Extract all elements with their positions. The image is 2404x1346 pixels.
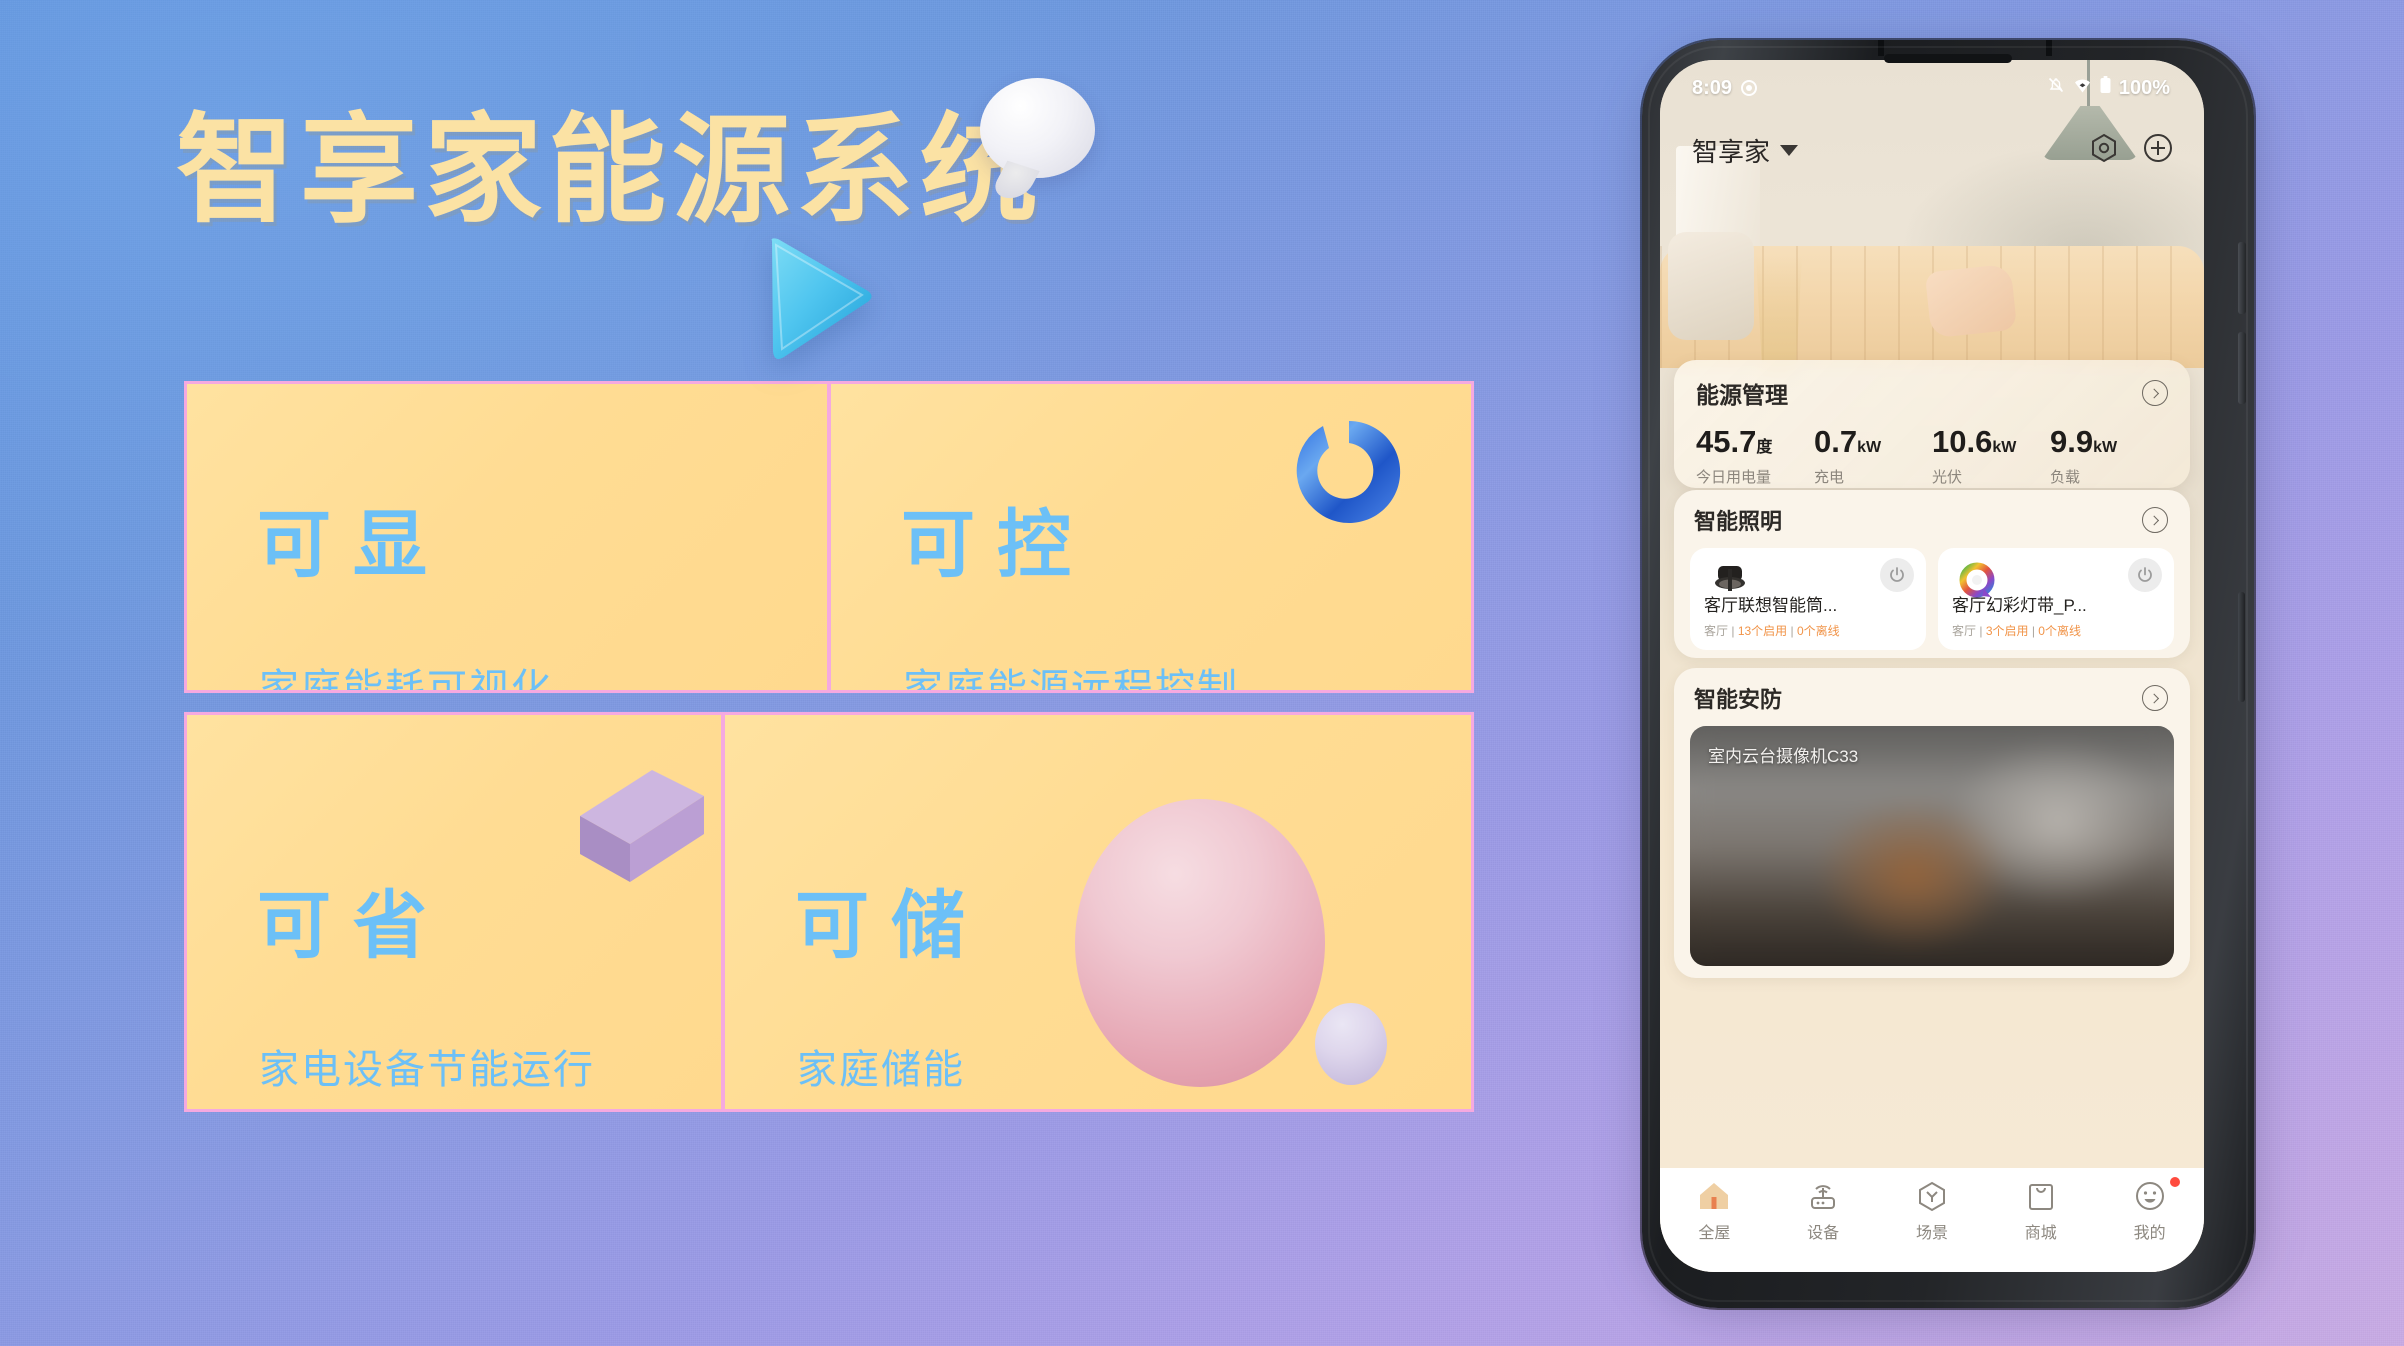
feature-card-subtitle: 家电设备节能运行 [259, 1048, 595, 1092]
stat-unit: 度 [1756, 439, 1773, 456]
hexagon-gear-icon[interactable] [2088, 132, 2120, 169]
nav-item-mall[interactable]: 商城 [1995, 1180, 2087, 1243]
purple-sphere-3d-icon [1315, 1003, 1387, 1085]
nav-item-profile[interactable]: 我的 [2104, 1177, 2196, 1243]
plus-circle-icon[interactable] [2142, 132, 2174, 169]
device-enabled: 13个启用 [1737, 624, 1788, 638]
stat-label: 负载 [2050, 469, 2081, 486]
power-icon[interactable] [2128, 558, 2162, 592]
chevron-right-icon[interactable] [2142, 507, 2168, 533]
device-meta: 客厅 | 13个启用 | 0个离线 [1704, 624, 1840, 638]
wifi-icon [2073, 76, 2092, 101]
blue-torus-3d-icon [1292, 415, 1406, 529]
app-header: 智享家 [1660, 122, 2204, 178]
chevron-down-icon [1780, 144, 1799, 156]
stat-label: 今日用电量 [1696, 469, 1772, 486]
chevron-right-icon[interactable] [2142, 380, 2168, 406]
device-name: 客厅联想智能筒... [1704, 596, 1838, 615]
pink-sphere-3d-icon [1075, 799, 1325, 1087]
smart-lighting-section: 智能照明 客厅联想智能筒... 客厅 | 13个启用 | 0个离线 客厅幻彩灯带… [1674, 490, 2190, 658]
floor-lamp [1756, 256, 1802, 376]
device-card-lightstrip[interactable]: 客厅幻彩灯带_P... 客厅 | 3个启用 | 0个离线 [1938, 548, 2174, 650]
device-card-downlight[interactable]: 客厅联想智能筒... 客厅 | 13个启用 | 0个离线 [1690, 548, 1926, 650]
device-meta: 客厅 | 3个启用 | 0个离线 [1952, 624, 2081, 638]
purple-cube-3d-icon [564, 758, 714, 888]
stat-unit: kW [2093, 439, 2118, 456]
feature-card-subtitle: 家庭储能 [797, 1048, 965, 1092]
stat-label: 充电 [1814, 469, 1845, 486]
stat-value: 9.9 [2050, 424, 2094, 459]
notification-badge [2169, 1177, 2180, 1187]
feature-card-title: 可显 [257, 503, 449, 586]
device-name: 客厅幻彩灯带_P... [1952, 596, 2087, 615]
nav-item-whole-house[interactable]: 全屋 [1668, 1180, 1760, 1243]
nav-item-scenes[interactable]: 场景 [1886, 1180, 1978, 1243]
volume-down-button[interactable] [2238, 332, 2246, 404]
feature-card-subtitle: 家庭能耗可视化 [259, 667, 553, 690]
smart-security-section: 智能安防 室内云台摄像机C33 [1674, 668, 2190, 978]
energy-management-card[interactable]: 能源管理 45.7度 今日用电量 0.7kW 充电 10.6kW 光伏 9.9k… [1674, 360, 2190, 488]
stat-label: 光伏 [1932, 469, 1963, 486]
nav-label: 我的 [2133, 1225, 2166, 1242]
speech-bubble-icon [980, 78, 1095, 178]
antenna-line [2046, 40, 2052, 56]
energy-card-title: 能源管理 [1696, 382, 1788, 408]
power-icon[interactable] [1880, 558, 1914, 592]
energy-stat: 45.7度 今日用电量 [1696, 426, 1814, 487]
section-title: 智能照明 [1694, 509, 1783, 534]
stat-value: 0.7 [1814, 424, 1858, 459]
home-name-label: 智享家 [1692, 136, 1771, 167]
device-offline: 0个离线 [1796, 624, 1840, 638]
device-room: 客厅 [1952, 624, 1977, 638]
stat-value: 10.6 [1932, 424, 1993, 459]
nav-item-devices[interactable]: 设备 [1777, 1180, 1869, 1243]
device-offline: 0个离线 [2038, 624, 2081, 638]
pillow [1924, 263, 2018, 339]
cushion [1668, 232, 1754, 340]
nav-label: 全屋 [1698, 1225, 1731, 1242]
shopping-bag-icon [2028, 1184, 2053, 1210]
nav-label: 场景 [1915, 1225, 1948, 1242]
device-room: 客厅 [1704, 624, 1729, 638]
device-enabled: 3个启用 [1985, 624, 2029, 638]
hexagon-scene-icon [1918, 1181, 1945, 1212]
stat-value: 45.7 [1696, 424, 1757, 459]
home-icon [1700, 1183, 1729, 1209]
camera-feed-tile[interactable]: 室内云台摄像机C33 [1690, 726, 2174, 966]
bell-muted-icon [2046, 75, 2066, 101]
phone-mockup: 8:09 100% 智享家 能源管理 45.7度 今日用电量 0.7kW 充电 … [1626, 32, 2286, 1324]
feature-card-subtitle: 家庭能源远程控制 [903, 667, 1239, 690]
feature-card-title: 可储 [795, 884, 987, 967]
energy-stat: 9.9kW 负载 [2050, 426, 2168, 487]
feature-card-title: 可控 [901, 503, 1093, 586]
smiley-profile-icon [2135, 1182, 2164, 1210]
feature-card-title: 可省 [257, 884, 449, 967]
camera-dot-icon [1741, 80, 1758, 96]
feature-card-keshow[interactable]: 可显 家庭能耗可视化 [184, 381, 830, 693]
router-icon [1811, 1185, 1836, 1209]
energy-stat: 0.7kW 充电 [1814, 426, 1932, 487]
battery-full-icon [2099, 75, 2112, 101]
antenna-line [1878, 40, 1884, 56]
room-wallpaper [1660, 60, 2204, 1272]
status-time: 8:09 [1692, 76, 1733, 99]
nav-label: 商城 [2024, 1225, 2057, 1242]
energy-stat: 10.6kW 光伏 [1932, 426, 2050, 487]
status-bar: 8:09 100% [1660, 60, 2204, 116]
nav-label: 设备 [1807, 1225, 1840, 1242]
home-selector[interactable]: 智享家 [1692, 132, 1799, 169]
bottom-navigation: 全屋 设备 场景 商城 我的 [1660, 1168, 2204, 1272]
battery-percent-label: 100% [2118, 76, 2170, 99]
page-title: 智享家能源系统 [176, 105, 1045, 237]
stat-unit: kW [1857, 439, 1882, 456]
volume-up-button[interactable] [2238, 242, 2246, 314]
phone-screen: 8:09 100% 智享家 能源管理 45.7度 今日用电量 0.7kW 充电 … [1660, 60, 2204, 1272]
section-title: 智能安防 [1694, 687, 1783, 712]
stat-unit: kW [1992, 439, 2017, 456]
power-button[interactable] [2238, 592, 2245, 702]
camera-label: 室内云台摄像机C33 [1708, 747, 1859, 766]
feature-card-kestore[interactable]: 可储 家庭储能 [722, 712, 1474, 1112]
chevron-right-icon[interactable] [2142, 685, 2168, 711]
